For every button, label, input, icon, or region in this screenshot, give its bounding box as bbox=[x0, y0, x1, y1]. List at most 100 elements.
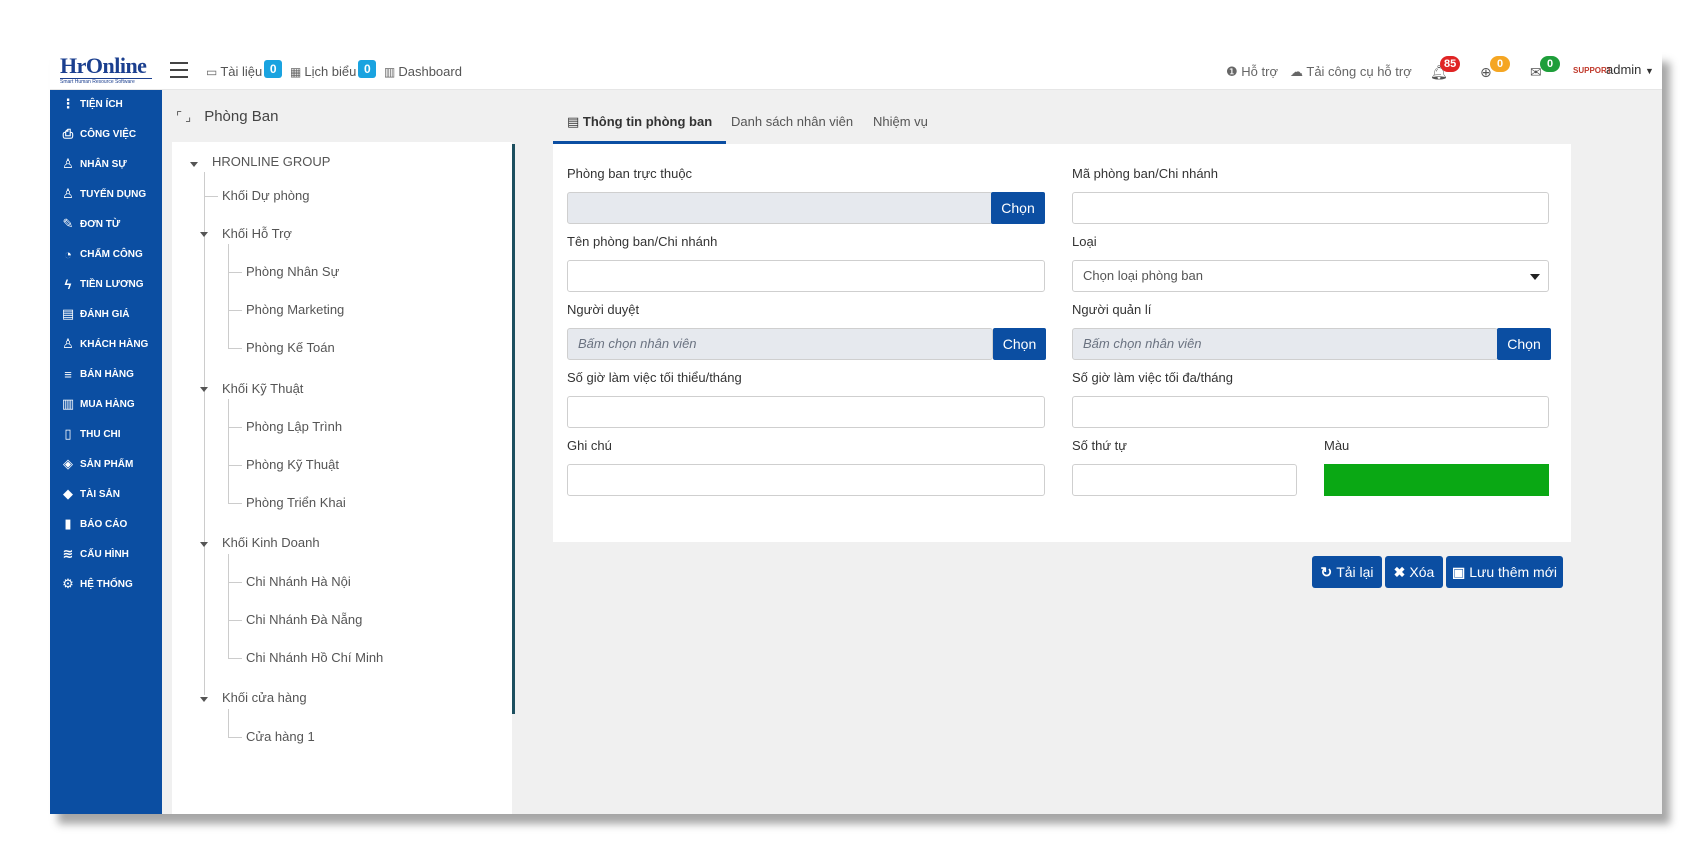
select-arrow-icon bbox=[1530, 274, 1540, 280]
tree-node[interactable]: Chi Nhánh Hồ Chí Minh bbox=[246, 650, 383, 665]
tree-node[interactable]: Phòng Nhân Sự bbox=[246, 264, 339, 279]
tab-employees[interactable]: Danh sách nhân viên bbox=[717, 102, 867, 144]
type-select[interactable]: Chọn loại phòng ban bbox=[1072, 260, 1549, 292]
tree-node[interactable]: Phòng Triển Khai bbox=[246, 495, 346, 510]
color-picker[interactable] bbox=[1324, 464, 1549, 496]
code-field[interactable] bbox=[1072, 192, 1549, 224]
sidebar-item-label: HỆ THỐNG bbox=[80, 578, 133, 590]
tab-label: Thông tin phòng ban bbox=[582, 114, 713, 129]
sidebar-item-label: TIỆN ÍCH bbox=[80, 98, 123, 110]
department-form: Phòng ban trực thuộc Chọn Mã phòng ban/C… bbox=[553, 144, 1571, 542]
sidebar-item-san-pham[interactable]: ◈ SẢN PHẨM bbox=[58, 454, 133, 474]
save-new-button[interactable]: ▣ Lưu thêm mới bbox=[1446, 556, 1563, 588]
sidebar-item-ban-hang[interactable]: ≡ BÁN HÀNG bbox=[58, 364, 134, 384]
tree-node[interactable]: Chi Nhánh Hà Nội bbox=[246, 574, 351, 589]
tree-node[interactable]: Phòng Kế Toán bbox=[246, 340, 335, 355]
sidebar-item-nhan-su[interactable]: ♙ NHÂN SỰ bbox=[58, 154, 126, 174]
tree-node-root[interactable]: HRONLINE GROUP bbox=[212, 154, 330, 169]
tab-info[interactable]: ▤ Thông tin phòng ban bbox=[553, 102, 727, 144]
name-field[interactable] bbox=[567, 260, 1045, 292]
approver-field[interactable]: Bấm chọn nhân viên bbox=[567, 328, 993, 360]
tree-node[interactable]: Khối cửa hàng bbox=[222, 690, 307, 705]
caret-down-icon[interactable] bbox=[200, 232, 208, 237]
globe-count-badge: 0 bbox=[1490, 56, 1510, 72]
reload-button[interactable]: ↻ Tải lại bbox=[1312, 556, 1382, 588]
tree-node[interactable]: Phòng Kỹ Thuật bbox=[246, 457, 339, 472]
more-vertical-icon: ⋮ bbox=[61, 96, 75, 111]
logo[interactable]: HrOnline Smart Human Resource Software bbox=[60, 54, 152, 88]
tree-node[interactable]: Chi Nhánh Đà Nẵng bbox=[246, 612, 362, 627]
choose-approver-button[interactable]: Chọn bbox=[993, 328, 1046, 360]
tree-node[interactable]: Khối Kinh Doanh bbox=[222, 535, 320, 550]
book-icon: ▤ bbox=[61, 306, 75, 321]
choose-parent-button[interactable]: Chọn bbox=[991, 192, 1045, 224]
order-label: Số thứ tự bbox=[1072, 438, 1127, 453]
tree-node[interactable]: Cửa hàng 1 bbox=[246, 729, 315, 744]
tree-node[interactable]: Khối Hỗ Trợ bbox=[222, 226, 292, 241]
tree-title-label: Phòng Ban bbox=[204, 108, 279, 125]
caret-down-icon[interactable] bbox=[200, 542, 208, 547]
tree-node[interactable]: Phòng Marketing bbox=[246, 302, 344, 317]
documents-label: Tài liệu bbox=[220, 64, 263, 79]
documents-link[interactable]: ▭ Tài liệu 0 bbox=[206, 59, 283, 79]
delete-button[interactable]: ✖ Xóa bbox=[1385, 556, 1443, 588]
manager-field[interactable]: Bấm chọn nhân viên bbox=[1072, 328, 1498, 360]
sidebar-item-don-tu[interactable]: ✎ ĐƠN TỪ bbox=[58, 214, 121, 234]
tree-node[interactable]: Khối Kỹ Thuật bbox=[222, 381, 303, 396]
parent-field[interactable] bbox=[567, 192, 993, 224]
tab-bar: ▤ Thông tin phòng ban Danh sách nhân viê… bbox=[553, 102, 1571, 144]
tree-scrollbar[interactable] bbox=[512, 144, 515, 714]
sidebar-item-cau-hinh[interactable]: ≋ CẤU HÌNH bbox=[58, 544, 129, 564]
user-menu[interactable]: admin ▼ bbox=[1606, 62, 1654, 77]
sidebar-item-khach-hang[interactable]: ♙ KHÁCH HÀNG bbox=[58, 334, 148, 354]
min-hours-field[interactable] bbox=[567, 396, 1045, 428]
type-select-value: Chọn loại phòng ban bbox=[1083, 268, 1203, 283]
app-window: HrOnline Smart Human Resource Software ▭… bbox=[50, 52, 1662, 814]
sidebar-item-cong-viec[interactable]: ⎙ CÔNG VIỆC bbox=[58, 124, 136, 144]
sidebar-item-tien-ich[interactable]: ⋮ TIỆN ÍCH bbox=[58, 94, 123, 114]
diamond-icon: ◆ bbox=[63, 486, 73, 501]
min-hours-label: Số giờ làm việc tối thiểu/tháng bbox=[567, 370, 742, 385]
avatar[interactable]: SUPPORT bbox=[1573, 58, 1612, 84]
edit-icon: ✎ bbox=[62, 216, 74, 231]
folder-icon: ▭ bbox=[206, 64, 218, 79]
user-label: admin bbox=[1606, 62, 1642, 77]
sidebar-item-tien-luong[interactable]: ϟ TIỀN LƯƠNG bbox=[58, 274, 144, 294]
sidebar-item-tuyen-dung[interactable]: ♙ TUYỂN DỤNG bbox=[58, 184, 146, 204]
sidebar-item-bao-cao[interactable]: ▮ BÁO CÁO bbox=[58, 514, 127, 534]
sidebar-item-label: ĐƠN TỪ bbox=[80, 218, 121, 230]
sidebar-item-thu-chi[interactable]: ▯ THU CHI bbox=[58, 424, 120, 444]
support-link[interactable]: ❶ Hỗ trợ bbox=[1226, 64, 1278, 80]
bar-chart-icon: ▥ bbox=[384, 64, 396, 79]
caret-down-icon[interactable] bbox=[190, 162, 198, 167]
schedule-link[interactable]: ▦ Lịch biểu 0 bbox=[290, 59, 377, 79]
gauge-icon: ◔ bbox=[64, 246, 72, 262]
documents-count-badge: 0 bbox=[264, 59, 283, 78]
expand-icon[interactable]: ⌜⌟ bbox=[176, 109, 194, 125]
order-field[interactable] bbox=[1072, 464, 1297, 496]
sidebar-item-danh-gia[interactable]: ▤ ĐÁNH GIÁ bbox=[58, 304, 130, 324]
sidebar-item-mua-hang[interactable]: ▥ MUA HÀNG bbox=[58, 394, 135, 414]
bolt-icon: ϟ bbox=[64, 276, 72, 292]
sidebar-item-he-thong[interactable]: ⚙ HỆ THỐNG bbox=[58, 574, 133, 594]
save-icon: ▣ bbox=[1451, 564, 1466, 580]
tab-tasks[interactable]: Nhiệm vụ bbox=[859, 102, 942, 144]
hamburger-menu-icon[interactable] bbox=[170, 62, 188, 78]
sidebar-item-label: TIỀN LƯƠNG bbox=[80, 278, 144, 290]
caret-down-icon[interactable] bbox=[200, 387, 208, 392]
code-label: Mã phòng ban/Chi nhánh bbox=[1072, 166, 1219, 181]
manager-label: Người quản lí bbox=[1072, 302, 1152, 317]
sidebar-item-cham-cong[interactable]: ◔ CHẤM CÔNG bbox=[58, 244, 143, 264]
download-tool-link[interactable]: ☁ Tải công cụ hỗ trợ bbox=[1290, 64, 1412, 80]
note-field[interactable] bbox=[567, 464, 1045, 496]
columns-icon: ▥ bbox=[61, 396, 75, 411]
dashboard-link[interactable]: ▥ Dashboard bbox=[384, 64, 462, 79]
sidebar-item-tai-san[interactable]: ◆ TÀI SẢN bbox=[58, 484, 120, 504]
choose-manager-button[interactable]: Chọn bbox=[1497, 328, 1551, 360]
user-icon: ♙ bbox=[62, 156, 74, 171]
tree-node[interactable]: Khối Dự phòng bbox=[222, 188, 309, 203]
max-hours-field[interactable] bbox=[1072, 396, 1549, 428]
tree-node[interactable]: Phòng Lập Trình bbox=[246, 419, 342, 434]
sidebar-item-label: CÔNG VIỆC bbox=[80, 128, 137, 140]
caret-down-icon[interactable] bbox=[200, 697, 208, 702]
